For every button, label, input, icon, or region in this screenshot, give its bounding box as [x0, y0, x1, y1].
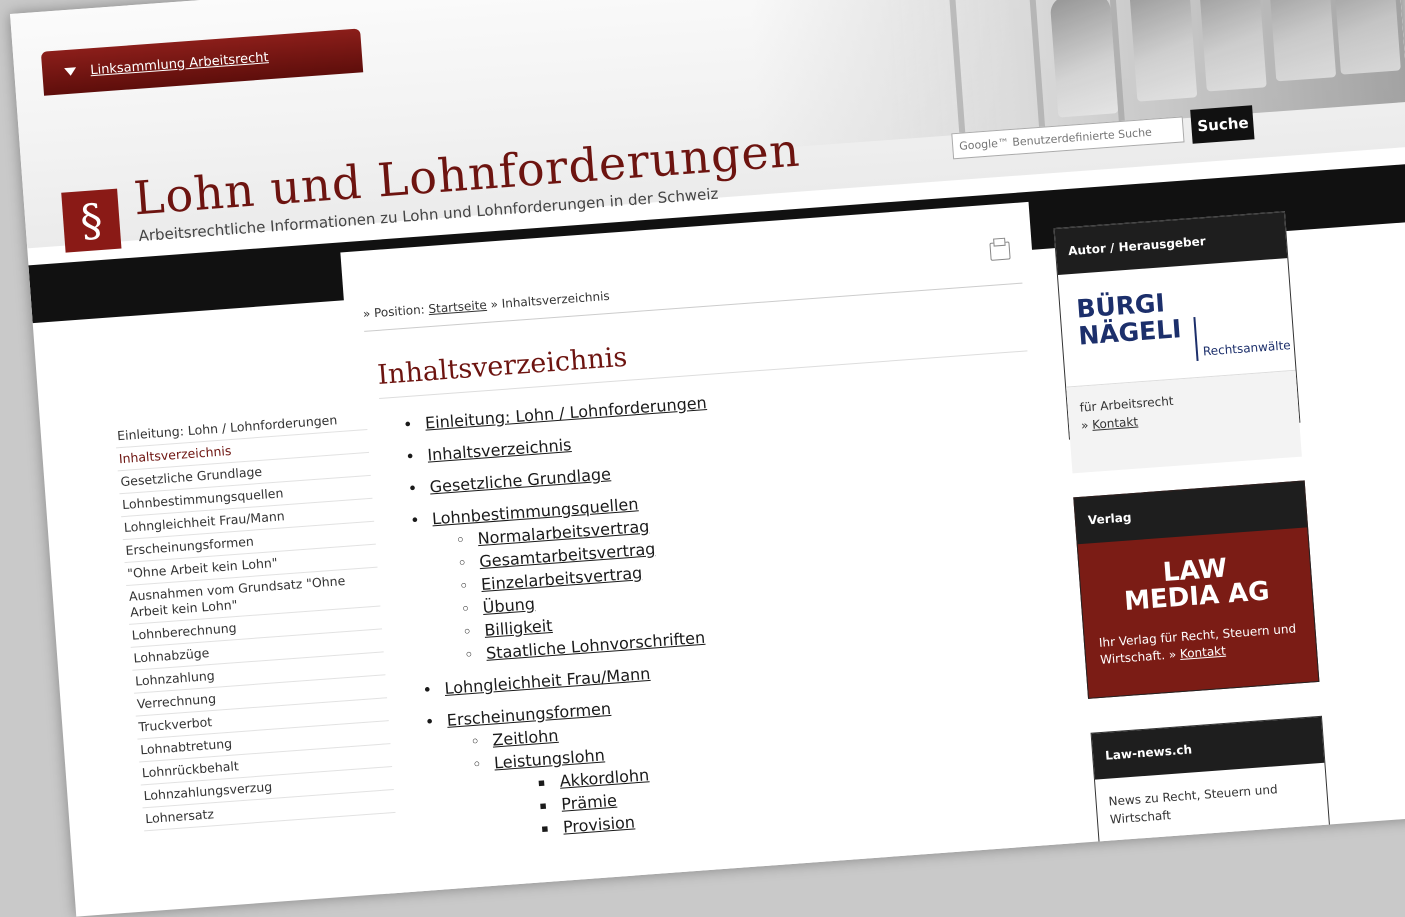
toc-link[interactable]: Zeitlohn: [492, 726, 559, 750]
table-of-contents: Einleitung: Lohn / LohnforderungenInhalt…: [400, 382, 738, 848]
author-box-body: für Arbeitsrecht » Kontakt: [1066, 370, 1302, 474]
link-collection-tab[interactable]: Linksammlung Arbeitsrecht: [40, 28, 364, 96]
logo-suffix: Rechtsanwälte: [1193, 310, 1292, 362]
toc-link[interactable]: Billigkeit: [484, 616, 553, 640]
breadcrumb-separator: »: [490, 297, 499, 312]
publisher-contact-link[interactable]: Kontakt: [1179, 644, 1226, 661]
link-collection-link[interactable]: Linksammlung Arbeitsrecht: [90, 50, 269, 78]
toc-link[interactable]: Prämie: [561, 791, 618, 814]
author-box: Autor / Herausgeber BÜRGI NÄGELI Rechtsa…: [1053, 211, 1302, 474]
news-box: Law-news.ch News zu Recht, Steuern und W…: [1090, 715, 1332, 865]
search-button[interactable]: Suche: [1190, 105, 1255, 144]
page-viewport: Linksammlung Arbeitsrecht § Lohn und Loh…: [10, 0, 1405, 917]
toc-link[interactable]: Gesetzliche Grundlage: [429, 464, 611, 496]
toc-link[interactable]: Inhaltsverzeichnis: [427, 435, 572, 465]
triangle-down-icon: [64, 67, 77, 77]
publisher-box: Verlag LAW MEDIA AG Ihr Verlag für Recht…: [1073, 480, 1320, 699]
toc-link[interactable]: Lohngleichheit Frau/Mann: [444, 664, 651, 698]
paragraph-logo-icon: §: [61, 188, 122, 253]
printer-icon[interactable]: [989, 241, 1011, 261]
author-contact-link[interactable]: Kontakt: [1092, 415, 1139, 432]
toc-link[interactable]: Übung: [482, 594, 536, 617]
link-arrow: »: [1080, 418, 1089, 433]
left-navigation: Einleitung: Lohn / Lohnforderungen Inhalt…: [114, 407, 396, 832]
publisher-text: Ihr Verlag für Recht, Steuern und Wirtsc…: [1098, 621, 1297, 667]
web-page: Linksammlung Arbeitsrecht § Lohn und Loh…: [10, 0, 1405, 917]
